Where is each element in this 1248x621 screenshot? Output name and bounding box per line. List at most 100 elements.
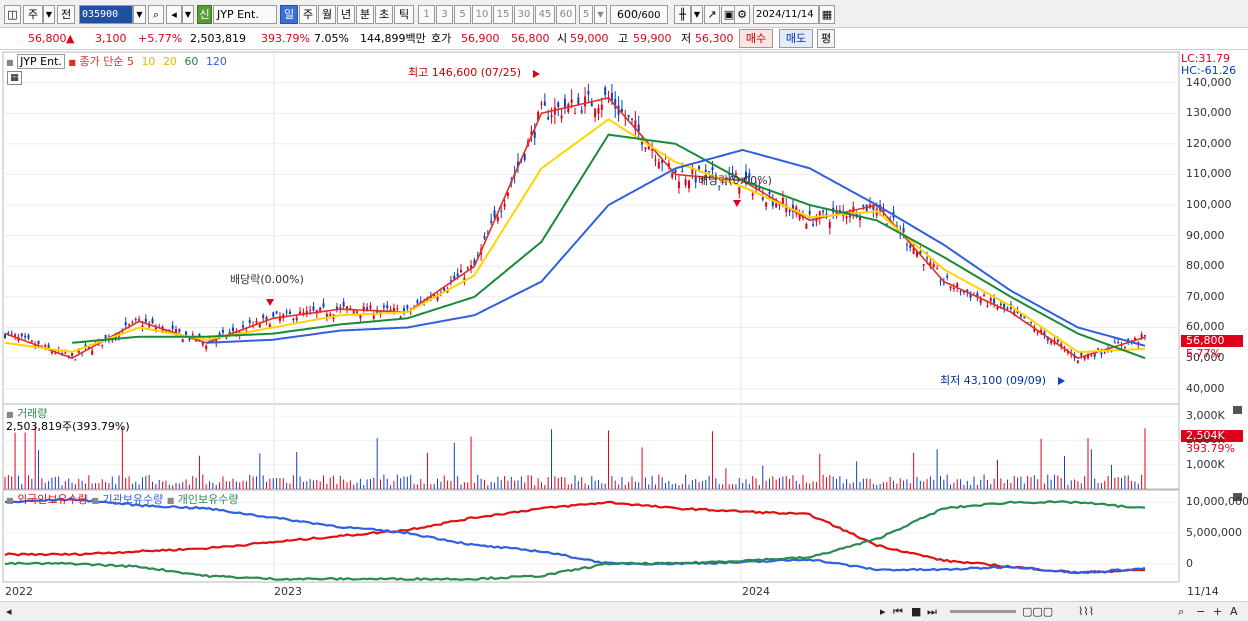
scroll-left-icon[interactable]: ◂ (6, 605, 12, 619)
candle-body (27, 335, 30, 339)
scroll-first-icon[interactable]: ⏮ (893, 605, 903, 619)
candle-body (503, 203, 506, 207)
candle-body (134, 318, 137, 320)
volume-panel-close-icon[interactable] (1233, 406, 1242, 414)
stock-name-field[interactable]: JYP Ent. (213, 5, 277, 24)
scroll-right-icon[interactable]: ▸ (880, 605, 886, 619)
stock-code-input[interactable]: 035900 (79, 5, 133, 24)
candle-body (500, 210, 503, 212)
font-size-icon[interactable]: A (1230, 605, 1238, 619)
scroll-last-icon[interactable]: ⏭ (927, 605, 937, 619)
candle-body (416, 300, 419, 304)
candle-body (128, 324, 131, 326)
candle-body (342, 301, 345, 307)
period-year-button[interactable]: 년 (337, 5, 355, 24)
period-second-button[interactable]: 초 (375, 5, 393, 24)
open-price: 59,000 (570, 32, 609, 45)
view-count-field[interactable]: 600/600 (610, 5, 668, 24)
count-dropdown-icon[interactable]: ▼ (594, 5, 607, 24)
candle-body (47, 344, 50, 349)
price-tick-label: 120,000 (1186, 136, 1232, 150)
candle-body (369, 305, 372, 309)
candle-body (983, 294, 986, 296)
calc-icon[interactable]: ▦ (7, 71, 22, 85)
candle-body (205, 345, 208, 350)
candle-type-dropdown-icon[interactable]: ▼ (691, 5, 703, 24)
scroll-bar[interactable]: ◂ ▸ ⏮ ■ ⏭ ▢▢▢ ⌇⌇⌇ ⌕ − + A (0, 601, 1248, 621)
candle-body (543, 101, 546, 106)
zoom-in-icon[interactable]: + (1213, 605, 1222, 619)
candle-body (644, 147, 647, 150)
buy-button[interactable]: 매수 (739, 29, 773, 48)
chart-canvas[interactable] (0, 50, 1248, 602)
minute-15-button[interactable]: 15 (493, 5, 513, 24)
candle-body (949, 286, 952, 289)
candle-body (684, 179, 687, 186)
change-up-icon: ▲ (66, 32, 75, 45)
candle-body (775, 202, 778, 208)
chart-area[interactable]: ■ JYP Ent. ■ 종가 단순 5 10 20 60 120 ▦ LC:3… (0, 50, 1248, 602)
candle-body (386, 304, 389, 309)
candle-body (946, 275, 949, 278)
candle-type-icon[interactable]: ╫ (674, 5, 691, 24)
candle-body (1090, 355, 1093, 357)
open-label: 시 (557, 32, 568, 45)
period-minute-button[interactable]: 분 (356, 5, 374, 24)
candle-body (812, 224, 815, 226)
period-dropdown-icon[interactable]: ▼ (43, 5, 55, 24)
candle-body (1123, 346, 1126, 349)
candle-body (808, 210, 811, 215)
candle-body (533, 131, 536, 138)
calendar-icon[interactable]: ▦ (819, 5, 835, 24)
period-week-button[interactable]: 주 (299, 5, 317, 24)
date-field[interactable]: 2024/11/14 (753, 5, 819, 24)
settings-gear-icon[interactable]: ⚙ (734, 5, 750, 24)
scroll-stop-icon[interactable]: ■ (911, 605, 921, 619)
candle-body (999, 303, 1002, 306)
draw-tool-icon[interactable]: ↗ (704, 5, 720, 24)
minute-10-button[interactable]: 10 (472, 5, 492, 24)
minute-30-button[interactable]: 30 (514, 5, 534, 24)
trade-amount: 144,899백만 (360, 32, 426, 45)
price-tick-label: 130,000 (1186, 106, 1232, 120)
candle-body (594, 108, 597, 117)
candle-body (37, 340, 40, 344)
change-percent: +5.77% (138, 32, 183, 45)
sound-icon[interactable]: ◂ (166, 5, 182, 24)
sound-dropdown-icon[interactable]: ▼ (182, 5, 194, 24)
candle-body (312, 306, 315, 311)
code-dropdown-icon[interactable]: ▼ (133, 5, 146, 24)
custom-count-field[interactable]: 5 (579, 5, 593, 24)
minute-3-button[interactable]: 3 (436, 5, 453, 24)
candle-body (939, 280, 942, 282)
view-count-total: /600 (638, 10, 661, 21)
zoom-out-icon[interactable]: − (1196, 605, 1205, 619)
period-select[interactable]: 주 (23, 5, 43, 24)
window-menu-icon[interactable]: ◫ (4, 5, 21, 24)
candle-body (138, 319, 141, 321)
candle-body (131, 321, 134, 323)
candle-body (403, 308, 405, 312)
minute-1-button[interactable]: 1 (418, 5, 435, 24)
x-label-2024: 2024 (742, 585, 770, 598)
stock-tag[interactable]: JYP Ent. (17, 54, 65, 69)
dividend-annotation-1: 배당락(0.00%) (230, 273, 304, 286)
candle-body (584, 96, 587, 107)
period-day-button[interactable]: 일 (280, 5, 298, 24)
period-month-button[interactable]: 월 (318, 5, 336, 24)
zoom-search-icon[interactable]: ⌕ (1178, 605, 1184, 619)
eval-button[interactable]: 평 (817, 29, 835, 48)
x-label-2022: 2022 (5, 585, 33, 598)
period-tick-button[interactable]: 틱 (394, 5, 414, 24)
layout-tools-icon[interactable]: ▢▢▢ (1022, 605, 1053, 619)
draw-tools-icon[interactable]: ⌇⌇⌇ (1078, 605, 1094, 619)
candle-body (865, 204, 868, 212)
minute-60-button[interactable]: 60 (556, 5, 576, 24)
zoom-slider[interactable] (950, 610, 1016, 613)
search-icon[interactable]: ⌕ (148, 5, 164, 24)
sell-button[interactable]: 매도 (779, 29, 813, 48)
minute-5-button[interactable]: 5 (454, 5, 471, 24)
candle-body (101, 344, 104, 346)
jeon-button[interactable]: 전 (57, 5, 75, 24)
minute-45-button[interactable]: 45 (535, 5, 555, 24)
